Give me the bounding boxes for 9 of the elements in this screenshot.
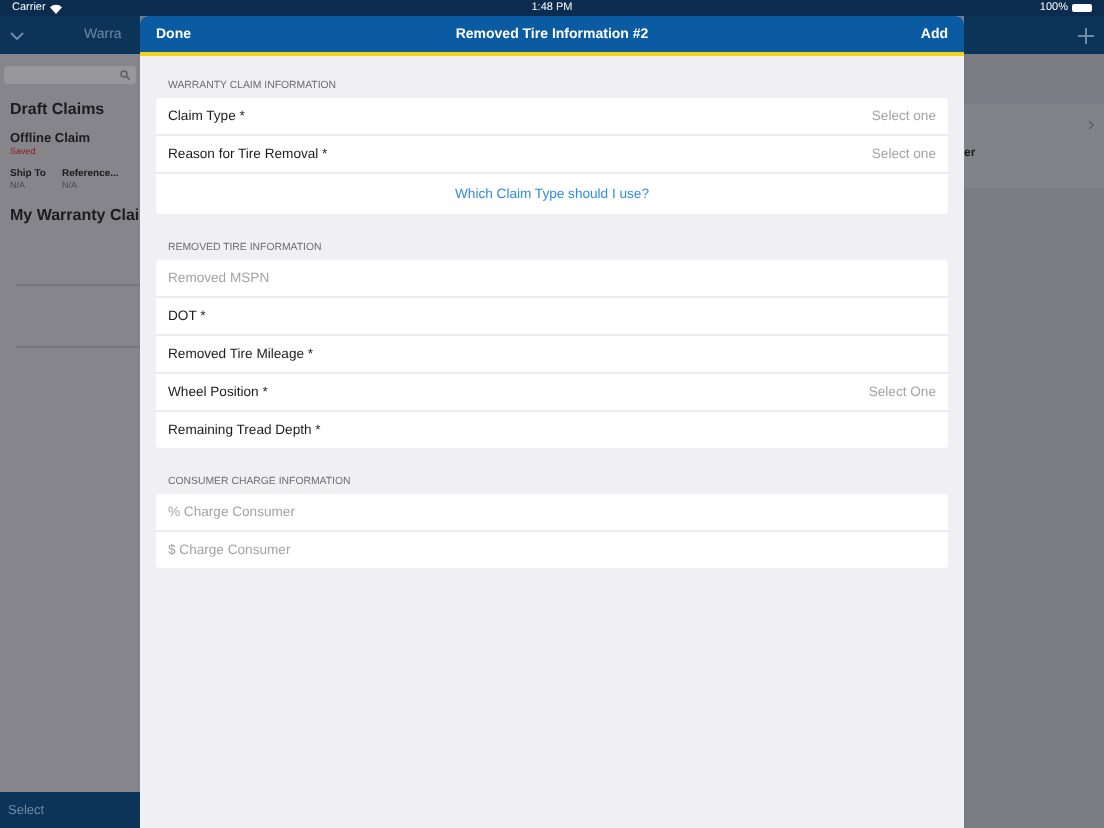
plus-icon[interactable] bbox=[1078, 27, 1094, 43]
battery-icon bbox=[1072, 4, 1092, 12]
search-field[interactable] bbox=[4, 66, 136, 84]
search-icon bbox=[120, 70, 130, 80]
section-heading: My Warranty Clai bbox=[8, 204, 140, 224]
chevron-right-icon bbox=[1088, 120, 1094, 130]
wifi-icon bbox=[49, 3, 62, 13]
chevron-down-icon[interactable] bbox=[10, 31, 24, 39]
section-heading: Draft Claims bbox=[8, 98, 107, 118]
